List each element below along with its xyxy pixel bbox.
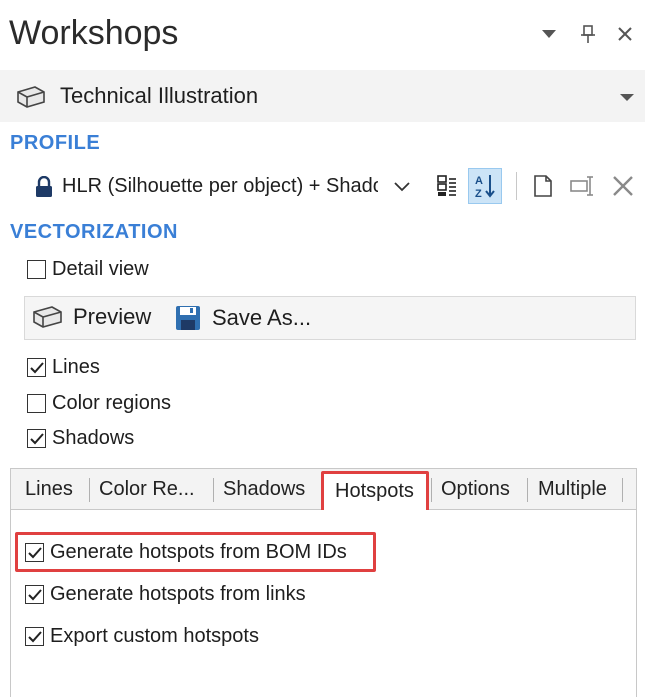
panel-title: Workshops [9,14,179,52]
workshop-selected-label: Technical Illustration [60,83,259,108]
categorize-icon [437,175,456,196]
checkbox-box[interactable] [27,260,46,279]
tab-separator [622,478,623,502]
checkmark-icon [27,630,42,642]
save-as-label: Save As... [212,305,312,330]
save-icon [176,306,200,330]
color-regions-label: Color regions [52,392,171,414]
vectorization-section-label: VECTORIZATION [10,221,178,243]
workshop-icon [17,86,45,108]
shadows-checkbox[interactable]: Shadows [27,427,134,450]
generate-hotspots-bom-label: Generate hotspots from BOM IDs [50,541,347,563]
tab-options[interactable]: Options [441,478,510,501]
svg-text:Z: Z [475,188,482,199]
detail-view-label: Detail view [52,258,149,280]
tab-separator [89,478,90,502]
tab-multiple[interactable]: Multiple [538,478,607,501]
new-profile-button[interactable] [526,168,560,204]
export-custom-hotspots-label: Export custom hotspots [50,625,259,647]
profile-selected-label: HLR (Silhouette per object) + Shadows [62,175,378,197]
detail-view-checkbox[interactable]: Detail view [27,258,149,281]
rename-profile-button[interactable] [566,168,600,204]
checkmark-icon [27,546,42,558]
new-icon [534,175,552,197]
svg-text:A: A [475,175,483,187]
checkmark-icon [29,361,44,373]
close-panel-button[interactable] [614,22,636,46]
tab-lines[interactable]: Lines [25,478,73,501]
checkmark-icon [29,432,44,444]
generate-hotspots-links-label: Generate hotspots from links [50,583,306,605]
vectorization-action-bar: Preview Save As... [24,296,636,340]
close-icon [618,27,632,41]
checkbox-box[interactable] [27,394,46,413]
color-regions-checkbox[interactable]: Color regions [27,392,171,415]
delete-profile-button[interactable] [606,168,640,204]
tab-shadows[interactable]: Shadows [223,478,305,501]
tab-separator [527,478,528,502]
preview-icon [33,306,62,328]
dropdown-caret-icon [620,94,634,101]
sort-az-icon: A Z [475,175,495,199]
delete-icon [613,176,633,196]
checkbox-box[interactable] [25,627,44,646]
lines-checkbox[interactable]: Lines [27,356,100,379]
categorize-button[interactable] [430,168,464,204]
preview-label: Preview [73,304,152,329]
generate-hotspots-bom-checkbox[interactable]: Generate hotspots from BOM IDs [25,541,347,564]
tab-separator [431,478,432,502]
export-custom-hotspots-checkbox[interactable]: Export custom hotspots [25,625,259,648]
checkbox-box[interactable] [25,585,44,604]
lines-label: Lines [52,356,100,378]
checkmark-icon [27,588,42,600]
tab-separator [213,478,214,502]
rename-icon [570,176,593,196]
sort-az-button[interactable]: A Z [468,168,502,204]
profile-dropdown[interactable]: HLR (Silhouette per object) + Shadows [24,166,420,208]
toolbar-separator [516,172,517,200]
tab-hotspots[interactable]: Hotspots [321,471,429,513]
tab-hotspots-label: Hotspots [335,480,414,502]
checkbox-box[interactable] [27,358,46,377]
pin-icon [581,25,595,43]
checkbox-box[interactable] [25,543,44,562]
lock-icon [36,176,52,197]
chevron-down-icon [542,30,556,38]
tab-color-regions[interactable]: Color Re... [99,478,195,501]
chevron-down-icon [394,175,410,198]
preview-button[interactable]: Preview [31,304,151,330]
pin-button[interactable] [577,22,599,46]
save-as-button[interactable]: Save As... [174,304,311,332]
profile-section-label: PROFILE [10,132,101,154]
shadows-label: Shadows [52,427,135,449]
panel-menu-button[interactable] [538,22,560,46]
checkbox-box[interactable] [27,429,46,448]
generate-hotspots-links-checkbox[interactable]: Generate hotspots from links [25,583,306,606]
workshop-dropdown[interactable]: Technical Illustration [0,70,645,122]
